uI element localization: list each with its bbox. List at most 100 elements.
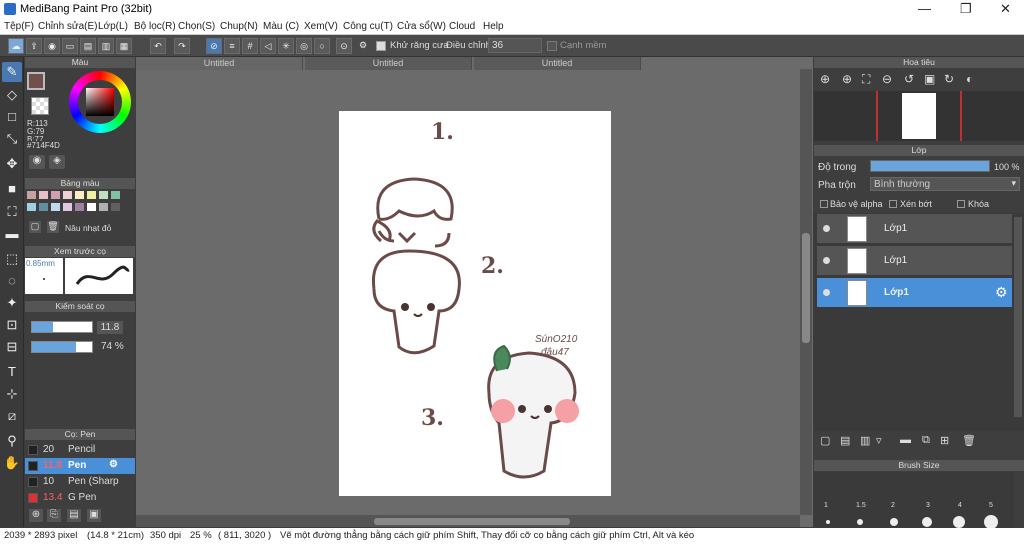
horizontal-scroll-thumb[interactable] bbox=[374, 518, 570, 525]
palette-swatch[interactable] bbox=[87, 203, 96, 211]
edge-checkbox[interactable] bbox=[547, 41, 557, 51]
color-set-icon[interactable]: ◈ bbox=[49, 155, 65, 169]
brush-size-option[interactable]: 5 bbox=[989, 502, 993, 509]
menu-edit[interactable]: Chỉnh sửa(E) bbox=[38, 21, 98, 32]
clip-checkbox[interactable] bbox=[889, 200, 897, 208]
palette-icon[interactable]: ◉ bbox=[29, 155, 45, 169]
adjust-spinbox[interactable]: 36 bbox=[488, 38, 542, 53]
vertical-scroll-thumb[interactable] bbox=[802, 233, 810, 343]
folder-icon[interactable]: ▬ bbox=[900, 434, 911, 446]
vertical-scrollbar[interactable] bbox=[800, 69, 812, 515]
brush-folder-icon[interactable]: ▤ bbox=[67, 509, 81, 522]
duplicate-layer-icon[interactable]: ⧉ bbox=[922, 434, 930, 447]
undo-icon[interactable]: ↶ bbox=[150, 38, 166, 54]
magic-wand-icon[interactable]: ✦ bbox=[2, 293, 22, 313]
eyedropper-tool-icon[interactable]: ⚲ bbox=[2, 431, 22, 451]
brush-item-pen-sharp[interactable]: 10 Pen (Sharp bbox=[25, 474, 135, 490]
add-layer-dropdown-icon[interactable]: ▿ bbox=[876, 434, 882, 447]
move-tool-icon[interactable]: ✥ bbox=[2, 154, 22, 174]
palette-swatch[interactable] bbox=[27, 203, 36, 211]
visibility-icon[interactable] bbox=[823, 225, 830, 232]
size-value[interactable]: 11.8 bbox=[97, 321, 123, 334]
settings-gear-icon[interactable]: ⚙ bbox=[355, 38, 371, 54]
layer-scrollbar[interactable] bbox=[1014, 217, 1022, 417]
color-square[interactable] bbox=[86, 88, 114, 116]
restore-button[interactable]: ❐ bbox=[960, 1, 972, 17]
hand-tool-icon[interactable]: ✋ bbox=[2, 453, 22, 473]
palette-swatch[interactable] bbox=[63, 203, 72, 211]
fit-icon[interactable]: ⛶ bbox=[862, 72, 870, 87]
new-swatch-icon[interactable]: ▢ bbox=[29, 221, 41, 233]
layer-item-selected[interactable]: Lớp1 ⚙ bbox=[817, 278, 1012, 308]
perspective-snap-icon[interactable]: ◁ bbox=[260, 38, 276, 54]
layer-item[interactable]: Lớp1 bbox=[817, 214, 1012, 244]
navigator-preview[interactable] bbox=[814, 91, 1024, 141]
palette-swatch[interactable] bbox=[111, 191, 120, 199]
size-slider[interactable] bbox=[31, 321, 93, 333]
snap-off-icon[interactable]: ⊘ bbox=[206, 38, 222, 54]
palette-swatch[interactable] bbox=[63, 191, 72, 199]
menu-tools[interactable]: Công cụ(T) bbox=[343, 21, 393, 32]
visibility-icon[interactable] bbox=[823, 257, 830, 264]
menu-window[interactable]: Cửa sổ(W) bbox=[397, 21, 446, 32]
grid-icon[interactable]: ▦ bbox=[116, 38, 132, 54]
curve-snap-icon[interactable]: ○ bbox=[314, 38, 330, 54]
minimize-button[interactable]: — bbox=[918, 1, 931, 16]
select-eraser-icon[interactable]: ⊟ bbox=[2, 337, 22, 357]
brush-size-grid[interactable]: 1 1.5 2 3 4 5 bbox=[814, 472, 1014, 529]
grid-snap-icon[interactable]: # bbox=[242, 38, 258, 54]
antialias-checkbox[interactable] bbox=[376, 41, 386, 51]
palette-swatch[interactable] bbox=[99, 191, 108, 199]
page-icon[interactable]: ▥ bbox=[98, 38, 114, 54]
text-tool-icon[interactable]: T bbox=[2, 362, 22, 382]
cloud-icon[interactable]: ☁ bbox=[8, 38, 24, 54]
menu-filter[interactable]: Bộ lọc(R) bbox=[134, 21, 176, 32]
brush-size-option[interactable]: 2 bbox=[891, 502, 895, 509]
zoom-in-icon[interactable]: ⊕ bbox=[820, 72, 830, 86]
flip-icon[interactable]: ◐ bbox=[966, 72, 973, 86]
palette-swatch[interactable] bbox=[87, 191, 96, 199]
brush-item-g-pen[interactable]: 13.4 G Pen bbox=[25, 490, 135, 506]
brush-item-pencil[interactable]: 20 Pencil bbox=[25, 442, 135, 458]
palette-grid[interactable] bbox=[27, 191, 123, 215]
protect-alpha-checkbox[interactable] bbox=[820, 200, 828, 208]
eraser-tool-icon[interactable]: ◇ bbox=[2, 85, 22, 105]
menu-cloud[interactable]: Cloud bbox=[449, 21, 475, 32]
menu-capture[interactable]: Chup(N) bbox=[220, 21, 258, 32]
divide-tool-icon[interactable]: ⧄ bbox=[2, 406, 22, 426]
brush-settings-icon[interactable]: ▣ bbox=[87, 509, 101, 522]
zoom-in-icon[interactable]: ⊕ bbox=[842, 72, 852, 86]
menu-file[interactable]: Tệp(F) bbox=[4, 21, 34, 32]
palette-swatch[interactable] bbox=[75, 203, 84, 211]
chat-icon[interactable]: ◉ bbox=[44, 38, 60, 54]
opacity-slider[interactable] bbox=[31, 341, 93, 353]
fill-rect-tool-icon[interactable]: ■ bbox=[2, 179, 22, 199]
brush-size-option[interactable]: 1.5 bbox=[856, 502, 866, 509]
close-button[interactable]: ✕ bbox=[1000, 1, 1011, 17]
bucket-tool-icon[interactable]: ⛶ bbox=[2, 202, 22, 222]
lasso-tool-icon[interactable]: ◌ bbox=[2, 271, 22, 291]
select-pen-icon[interactable]: ⊡ bbox=[2, 315, 22, 335]
message-icon[interactable]: ▭ bbox=[62, 38, 78, 54]
brush-tool-icon[interactable]: ✎ bbox=[2, 62, 22, 82]
layer-settings-gear-icon[interactable]: ⚙ bbox=[995, 284, 1008, 301]
ring-icon[interactable]: ⊙ bbox=[336, 38, 352, 54]
delete-swatch-icon[interactable]: 🗑 bbox=[47, 221, 59, 233]
visibility-icon[interactable] bbox=[823, 289, 830, 296]
transparent-color-swatch[interactable] bbox=[31, 97, 49, 115]
tab-untitled-2[interactable]: Untitled bbox=[305, 57, 472, 70]
shape-tool-icon[interactable]: □ bbox=[2, 107, 22, 127]
redo-icon[interactable]: ↷ bbox=[174, 38, 190, 54]
menu-color[interactable]: Màu (C) bbox=[263, 21, 299, 32]
new-8bit-layer-icon[interactable]: ▥ bbox=[860, 434, 870, 447]
new-layer-icon[interactable]: ▢ bbox=[820, 434, 830, 447]
blend-mode-dropdown[interactable]: Bình thường ▾ bbox=[870, 177, 1020, 191]
palette-swatch[interactable] bbox=[51, 191, 60, 199]
rotate-right-icon[interactable]: ↻ bbox=[944, 72, 954, 86]
zoom-out-icon[interactable]: ⊖ bbox=[882, 72, 892, 86]
layer-item[interactable]: Lớp1 bbox=[817, 246, 1012, 276]
new-halftone-layer-icon[interactable]: ▤ bbox=[840, 434, 850, 447]
tab-untitled-1[interactable]: Untitled bbox=[136, 57, 303, 70]
palette-swatch[interactable] bbox=[51, 203, 60, 211]
layer-opacity-slider[interactable] bbox=[870, 160, 990, 172]
